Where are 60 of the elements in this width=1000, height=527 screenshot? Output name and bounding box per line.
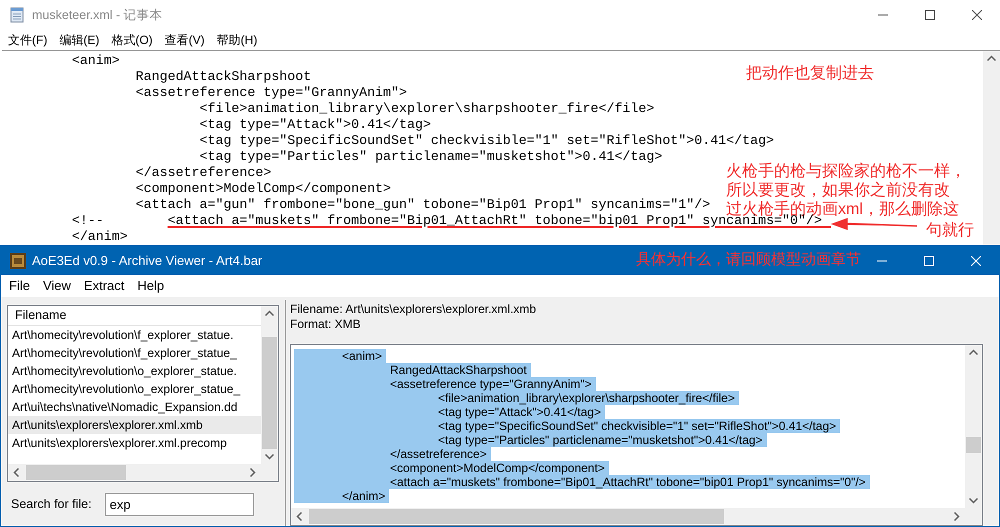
file-info-text: Format: XMB (290, 317, 361, 332)
menu-item[interactable]: File (9, 276, 30, 296)
scrollbar-thumb[interactable] (309, 509, 724, 524)
code-line: <file>animation_library\explorer\sharpshooter_fire</file> (198, 101, 654, 117)
close-icon (970, 256, 980, 266)
horizontal-scrollbar[interactable] (291, 508, 965, 525)
annotation-text: 火枪手的枪与探险家的枪不一样， (726, 162, 966, 181)
annotation-text: 所以要更改，如果你之前没有改 (726, 181, 951, 200)
file-info-text: Filename: Art\units\explorers\explorer.xml.xmb (290, 302, 536, 317)
file-list[interactable] (7, 305, 279, 482)
scroll-left-icon[interactable] (296, 512, 302, 521)
comment-marker: <!-- (70, 213, 104, 229)
menu-item[interactable]: 帮助(H) (216, 31, 258, 49)
menu-item[interactable]: 查看(V) (164, 31, 205, 49)
menu-item[interactable]: Extract (84, 276, 124, 296)
annotation-text: 句就行 (926, 221, 974, 240)
file-row[interactable]: Art\units\explorers\explorer.xml.xmb (8, 416, 261, 434)
code-line: <anim> (70, 53, 120, 69)
menu-item[interactable]: 文件(F) (8, 31, 48, 49)
code-line: <tag type="SpecificSoundSet" checkvisible="1" set="RifleShot">0.41</tag> (198, 133, 774, 149)
app-icon (10, 252, 26, 268)
scrollbar-thumb[interactable] (262, 337, 277, 449)
vertical-scrollbar[interactable] (983, 51, 1000, 245)
scroll-right-icon[interactable] (250, 468, 256, 477)
vertical-scrollbar[interactable] (965, 345, 982, 508)
vertical-scrollbar[interactable] (261, 306, 278, 464)
menu-item[interactable]: View (42, 276, 71, 296)
code-line: <attach a="muskets" frombone="Bip01_AttachRt" tobone="bip01 Prop1" syncanims="0"/> (166, 213, 822, 229)
scroll-right-icon[interactable] (954, 512, 960, 521)
notepad-icon (10, 7, 24, 23)
code-line: <tag type="Particles" particlename="musketshot">0.41</tag> (198, 149, 662, 165)
search-field[interactable]: exp (104, 493, 254, 516)
annotation-text: 具体为什么，请回顾模型动画章节 (636, 250, 861, 270)
maximize-icon (924, 256, 934, 266)
search-label: Search for file: (11, 496, 92, 514)
menu-item[interactable]: 编辑(E) (59, 31, 100, 49)
menu-item[interactable]: 格式(O) (111, 31, 153, 49)
menu-item[interactable]: Help (137, 276, 164, 296)
scroll-left-icon[interactable] (13, 468, 19, 477)
code-line: <tag type="Attack">0.41</tag> (198, 117, 431, 133)
window-title: AoE3Ed v0.9 - Archive Viewer - Art4.bar (32, 252, 262, 270)
scroll-down-icon[interactable] (969, 498, 978, 504)
close-icon (972, 10, 982, 20)
xml-viewer[interactable] (290, 344, 983, 526)
scrollbar-thumb[interactable] (26, 465, 126, 480)
code-line: </anim> (70, 229, 128, 245)
code-line: <component>ModelComp</component> (134, 181, 392, 197)
code-line: <attach a="gun" frombone="bone_gun" tobone="Bip01 Prop1" syncanims="1"/> (134, 197, 710, 213)
code-line: RangedAttackSharpshoot (134, 69, 312, 85)
horizontal-scrollbar[interactable] (8, 464, 261, 481)
maximize-icon (924, 10, 934, 20)
window-title: musketeer.xml - 记事本 (32, 6, 163, 24)
scroll-up-icon[interactable] (969, 349, 978, 355)
scroll-up-icon[interactable] (987, 55, 996, 61)
annotation-text: 把动作也复制进去 (746, 64, 874, 84)
scroll-down-icon[interactable] (265, 454, 274, 460)
scrollbar-thumb[interactable] (966, 437, 981, 453)
scroll-up-icon[interactable] (265, 310, 274, 316)
code-line: <assetreference type="GrannyAnim"> (134, 85, 407, 101)
code-line: </assetreference> (134, 165, 272, 181)
